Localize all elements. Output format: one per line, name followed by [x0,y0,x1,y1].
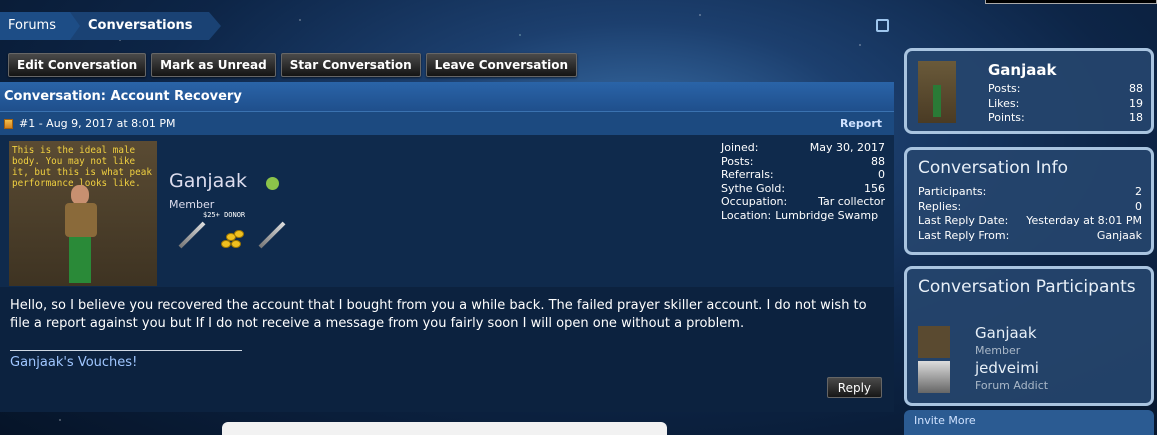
conversation-panel: Conversation: Account Recovery #1 - Aug … [0,82,894,412]
user-stats: Joined: May 30, 2017 Posts: 88 Referrals: 0… [721,141,885,222]
conversation-info-card: Conversation Info Participants: 2 Replies… [904,147,1154,255]
conversation-title: Conversation: Account Recovery [0,82,894,111]
edit-conversation-button[interactable]: Edit Conversation [8,53,147,77]
star-conversation-button[interactable]: Star Conversation [280,53,421,77]
report-link[interactable]: Report [840,117,882,130]
breadcrumb: Forums Conversations [0,12,221,40]
conversation-info: Participants: 2 Replies: 0 Last Reply Date… [918,185,1142,242]
mark-unread-button[interactable]: Mark as Unread [151,53,276,77]
signature-link[interactable]: Ganjaak's Vouches! [10,354,884,372]
sword-icon [258,221,286,249]
profile-name[interactable]: Ganjaak [988,61,1056,79]
avatar[interactable]: This is the ideal male body. You may not… [9,141,157,286]
avatar[interactable] [918,326,950,358]
post-username[interactable]: Ganjaak [169,170,247,192]
card-title: Conversation Participants [918,277,1136,297]
popout-icon[interactable] [876,19,889,32]
character-body-icon [65,203,97,237]
participant-item[interactable]: jedveimi Forum Addict [918,359,1148,395]
post-user-role: Member [169,198,215,211]
reply-button[interactable]: Reply [826,377,882,398]
sword-icon [178,221,206,249]
breadcrumb-forums[interactable]: Forums [0,12,80,40]
avatar[interactable] [918,361,950,393]
card-title: Conversation Info [918,158,1068,178]
participants-card: Conversation Participants Ganjaak Member… [904,266,1154,406]
participant-item[interactable]: Ganjaak Member [918,324,1148,360]
profile-stats: Posts: 88 Likes: 19 Points: 18 [988,82,1143,124]
post-author-block: This is the ideal male body. You may not… [0,135,894,287]
breadcrumb-conversations[interactable]: Conversations [70,12,221,40]
profile-card: Ganjaak Posts: 88 Likes: 19 Points: 18 [904,48,1154,134]
avatar[interactable] [918,61,956,123]
top-search-box[interactable] [985,0,1157,4]
reply-editor-edge[interactable] [222,422,667,435]
message-text: Hello, so I believe you recovered the ac… [10,298,867,331]
post-header: #1 - Aug 9, 2017 at 8:01 PM Report [0,111,894,135]
post-message: Hello, so I believe you recovered the ac… [0,287,894,412]
conversation-actions: Edit Conversation Mark as Unread Star Co… [8,53,578,77]
gold-coins-icon [221,228,245,250]
online-status-icon [266,177,279,190]
character-head-icon [71,185,89,205]
post-meta[interactable]: #1 - Aug 9, 2017 at 8:01 PM [19,117,176,130]
character-legs-icon [69,237,91,283]
signature-divider [10,350,242,351]
leave-conversation-button[interactable]: Leave Conversation [425,53,578,77]
invite-more-link[interactable]: Invite More [904,410,1154,435]
donor-badge: $25+ DONOR [203,211,246,219]
new-post-icon [4,118,13,129]
